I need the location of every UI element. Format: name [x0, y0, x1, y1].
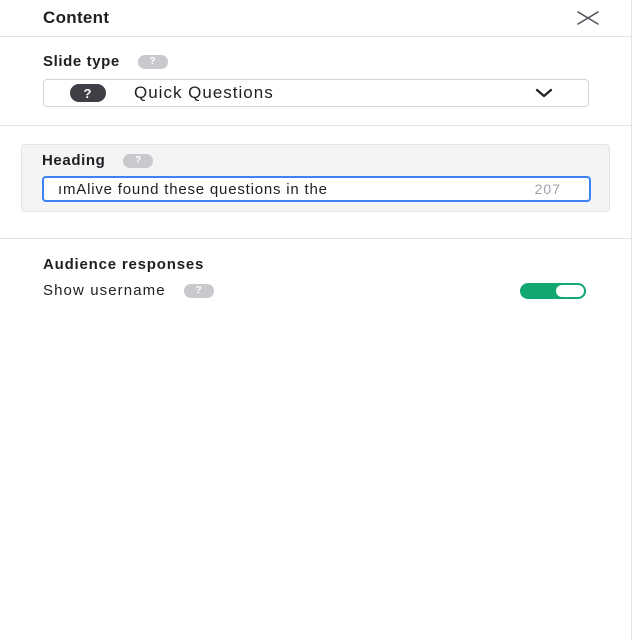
question-icon: ?	[70, 84, 106, 102]
slide-type-label-row: Slide type ?	[43, 53, 588, 70]
show-username-row: Show username ?	[43, 282, 588, 299]
character-counter: 207	[534, 181, 561, 197]
heading-section: Heading ? ımAlive found these questions …	[0, 126, 631, 239]
heading-input-value[interactable]: ımAlive found these questions in the	[58, 181, 525, 198]
help-icon[interactable]: ?	[123, 153, 154, 168]
slide-type-label: Slide type	[43, 53, 120, 70]
show-username-toggle[interactable]	[520, 282, 586, 299]
chevron-down-icon	[534, 83, 554, 103]
heading-label-row: Heading ?	[42, 152, 589, 169]
heading-input[interactable]: ımAlive found these questions in the 207	[42, 176, 591, 202]
content-panel: Content Slide type ? ? Quick Questions H…	[0, 0, 632, 640]
slide-type-value: Quick Questions	[134, 83, 274, 102]
slide-type-section: Slide type ? ? Quick Questions	[0, 37, 631, 126]
close-icon[interactable]	[575, 5, 601, 31]
help-icon[interactable]: ?	[137, 54, 168, 69]
audience-responses-section: Audience responses Show username ?	[0, 239, 631, 299]
slide-type-select[interactable]: ? Quick Questions	[43, 79, 589, 107]
panel-title: Content	[43, 8, 110, 27]
heading-label: Heading	[42, 152, 106, 169]
heading-box: Heading ? ımAlive found these questions …	[21, 144, 610, 212]
toggle-knob	[556, 284, 584, 297]
panel-header: Content	[0, 0, 631, 37]
audience-responses-title: Audience responses	[43, 256, 205, 273]
help-icon[interactable]: ?	[183, 283, 214, 298]
show-username-label: Show username	[43, 282, 166, 299]
